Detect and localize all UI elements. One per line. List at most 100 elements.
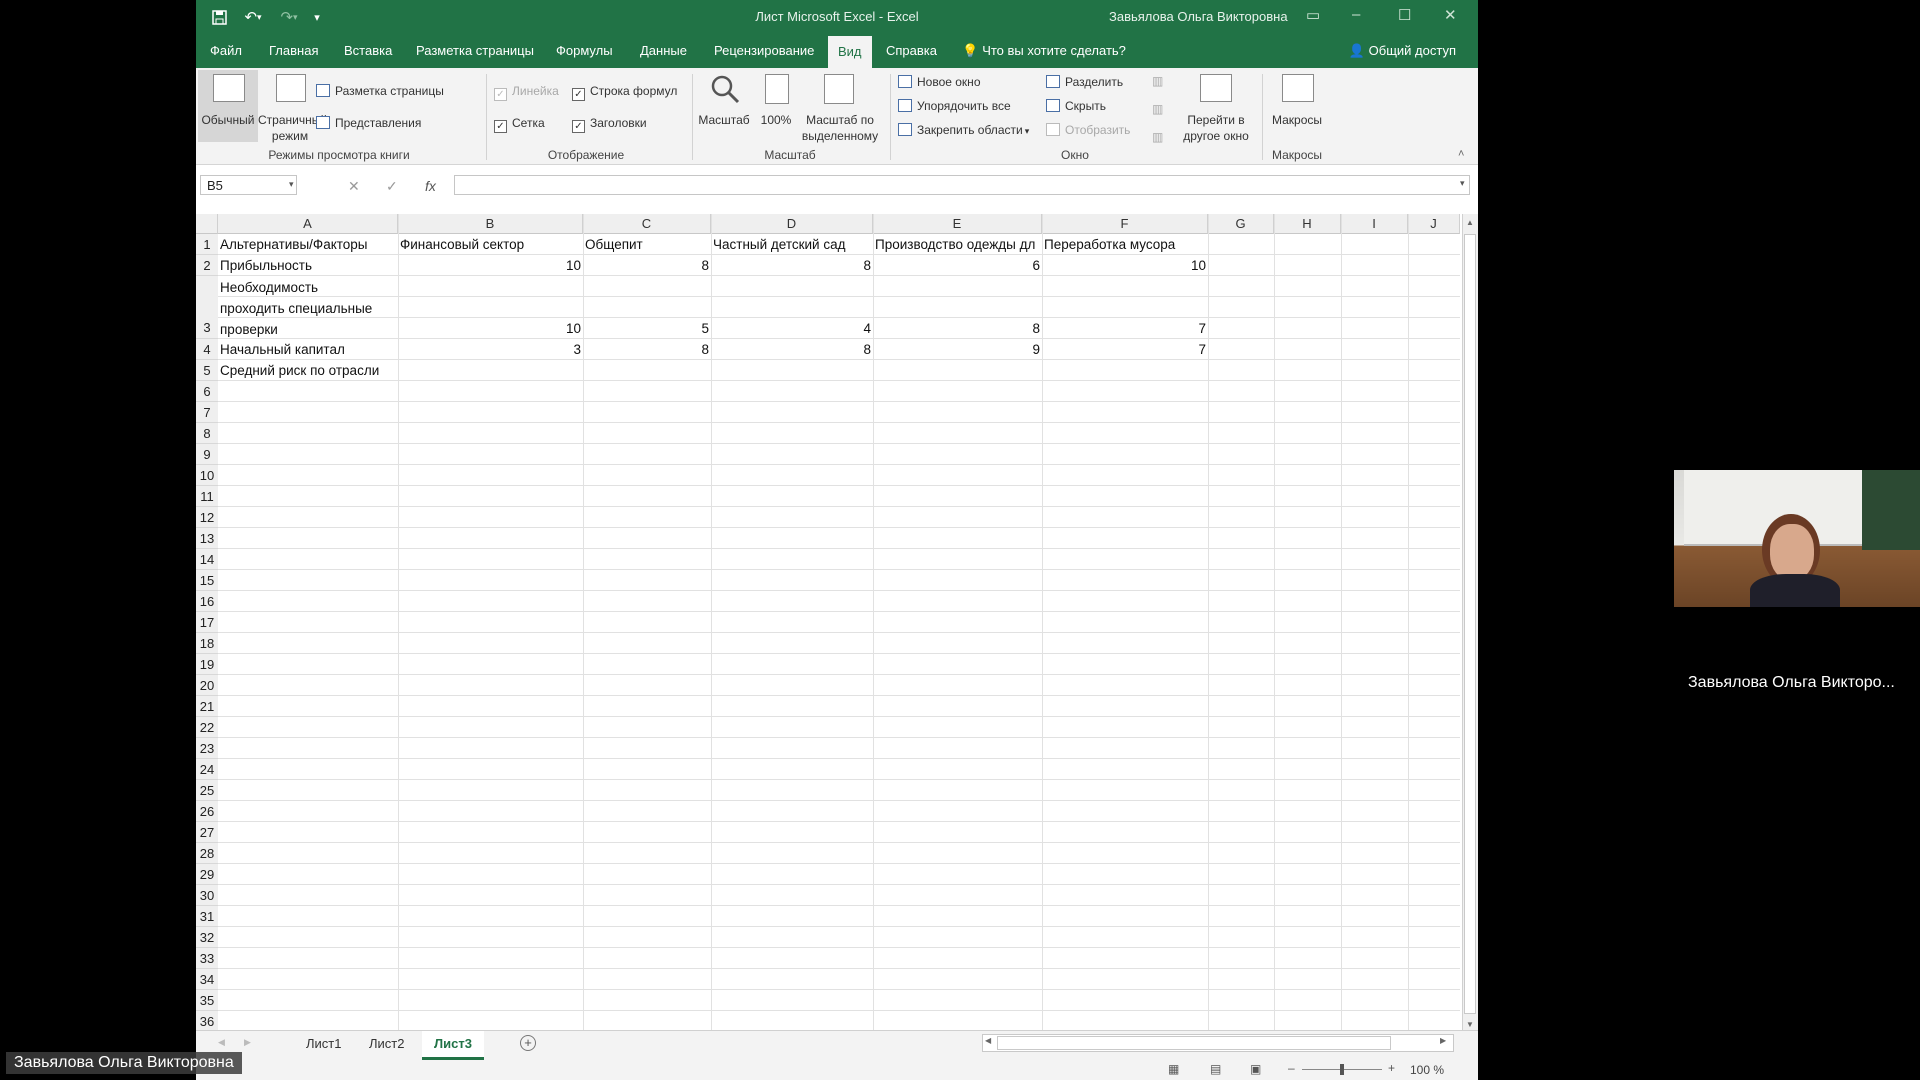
macros-button[interactable]: Макросы bbox=[1266, 70, 1328, 142]
row-header[interactable]: 5 bbox=[196, 360, 218, 381]
row-header[interactable]: 26 bbox=[196, 801, 218, 822]
zoom-button[interactable]: Масштаб bbox=[696, 70, 752, 142]
row-header[interactable]: 17 bbox=[196, 612, 218, 633]
row-header[interactable]: 24 bbox=[196, 759, 218, 780]
add-sheet-icon[interactable]: + bbox=[520, 1035, 536, 1051]
row-header[interactable]: 14 bbox=[196, 549, 218, 570]
cell-f3[interactable]: 7 bbox=[1042, 319, 1208, 339]
scroll-right-icon[interactable]: ▶ bbox=[1440, 1036, 1446, 1045]
column-header[interactable]: E bbox=[873, 214, 1042, 234]
cell-a2[interactable]: Прибыльность bbox=[218, 256, 314, 276]
row-header[interactable]: 31 bbox=[196, 906, 218, 927]
sheet-tab[interactable]: Лист1 bbox=[294, 1031, 353, 1057]
zoom-slider[interactable] bbox=[1302, 1064, 1382, 1075]
formula-input[interactable] bbox=[454, 175, 1470, 195]
row-header[interactable]: 11 bbox=[196, 486, 218, 507]
cell-a5[interactable]: Средний риск по отрасли bbox=[218, 361, 381, 381]
row-header[interactable]: 15 bbox=[196, 570, 218, 591]
column-header[interactable]: I bbox=[1341, 214, 1408, 234]
normal-view-button[interactable]: Обычный bbox=[198, 70, 258, 142]
new-window-button[interactable]: Новое окно bbox=[898, 75, 981, 89]
cell-e2[interactable]: 6 bbox=[873, 256, 1042, 276]
row-header[interactable]: 28 bbox=[196, 843, 218, 864]
row-header[interactable]: 21 bbox=[196, 696, 218, 717]
cell-a1[interactable]: Альтернативы/Факторы bbox=[218, 235, 370, 255]
expand-formula-bar-icon[interactable]: ▾ bbox=[1460, 178, 1465, 189]
row-header[interactable]: 13 bbox=[196, 528, 218, 549]
tell-me-box[interactable]: 💡 Что вы хотите сделать? bbox=[962, 34, 1126, 68]
custom-views-button[interactable]: Представления bbox=[316, 116, 421, 130]
cell-d2[interactable]: 8 bbox=[711, 256, 873, 276]
cell-d1[interactable]: Частный детский сад bbox=[711, 235, 847, 255]
zoom-level[interactable]: 100 % bbox=[1410, 1063, 1444, 1077]
sheet-tab[interactable]: Лист2 bbox=[357, 1031, 416, 1057]
tab-file[interactable]: Файл bbox=[210, 34, 242, 68]
row-header[interactable]: 10 bbox=[196, 465, 218, 486]
row-header[interactable]: 20 bbox=[196, 675, 218, 696]
row-header[interactable]: 18 bbox=[196, 633, 218, 654]
cell-b2[interactable]: 10 bbox=[398, 256, 583, 276]
freeze-panes-button[interactable]: Закрепить области ▾ bbox=[898, 123, 1029, 137]
tab-formulas[interactable]: Формулы bbox=[556, 34, 613, 68]
row-header[interactable]: 25 bbox=[196, 780, 218, 801]
collapse-ribbon-icon[interactable]: ˄ bbox=[1458, 148, 1464, 160]
row-header[interactable]: 23 bbox=[196, 738, 218, 759]
column-header[interactable]: H bbox=[1274, 214, 1341, 234]
cell-a3[interactable]: Необходимость проходить специальные пров… bbox=[218, 277, 374, 340]
enter-icon[interactable]: ✓ bbox=[386, 178, 398, 195]
cell-f2[interactable]: 10 bbox=[1042, 256, 1208, 276]
row-header[interactable]: 36 bbox=[196, 1011, 218, 1032]
split-button[interactable]: Разделить bbox=[1046, 75, 1123, 89]
zoom-in-icon[interactable]: + bbox=[1388, 1061, 1395, 1075]
column-header[interactable]: F bbox=[1042, 214, 1208, 234]
row-header[interactable]: 1 bbox=[196, 234, 218, 255]
ribbon-display-icon[interactable]: ▭ bbox=[1306, 6, 1320, 24]
ruler-checkbox[interactable]: ✓ Линейка bbox=[494, 84, 559, 101]
hide-button[interactable]: Скрыть bbox=[1046, 99, 1106, 113]
row-header[interactable]: 8 bbox=[196, 423, 218, 444]
vertical-scrollbar[interactable]: ▲ ▼ bbox=[1462, 214, 1478, 1034]
page-break-view-button[interactable]: Страничный режим bbox=[258, 70, 327, 143]
row-header[interactable]: 33 bbox=[196, 948, 218, 969]
cell-c3[interactable]: 5 bbox=[583, 319, 711, 339]
page-break-status-icon[interactable]: ▣ bbox=[1250, 1062, 1261, 1076]
arrange-all-button[interactable]: Упорядочить все bbox=[898, 99, 1011, 113]
row-header[interactable]: 9 bbox=[196, 444, 218, 465]
next-sheet-icon[interactable]: ▶ bbox=[244, 1037, 251, 1048]
row-header[interactable]: 3 bbox=[196, 276, 218, 339]
minimize-icon[interactable]: – bbox=[1352, 6, 1360, 23]
row-header[interactable]: 16 bbox=[196, 591, 218, 612]
row-header[interactable]: 35 bbox=[196, 990, 218, 1011]
page-layout-view-button[interactable]: Разметка страницы bbox=[316, 84, 444, 98]
headings-checkbox[interactable]: ✓ Заголовки bbox=[572, 116, 647, 133]
column-header[interactable]: A bbox=[218, 214, 398, 234]
normal-view-status-icon[interactable]: ▦ bbox=[1168, 1062, 1179, 1076]
name-box-dropdown-icon[interactable]: ▾ bbox=[289, 179, 294, 190]
zoom-out-icon[interactable]: – bbox=[1288, 1061, 1295, 1075]
scroll-down-icon[interactable]: ▼ bbox=[1466, 1020, 1474, 1029]
account-name[interactable]: Завьялова Ольга Викторовна bbox=[1109, 9, 1288, 24]
column-header[interactable]: D bbox=[711, 214, 873, 234]
row-header[interactable]: 19 bbox=[196, 654, 218, 675]
tab-help[interactable]: Справка bbox=[886, 34, 937, 68]
gridlines-checkbox[interactable]: ✓ Сетка bbox=[494, 116, 545, 133]
cell-f1[interactable]: Переработка мусора bbox=[1042, 235, 1177, 255]
row-header[interactable]: 30 bbox=[196, 885, 218, 906]
row-header[interactable]: 6 bbox=[196, 381, 218, 402]
cell-b1[interactable]: Финансовый сектор bbox=[398, 235, 526, 255]
h-scroll-thumb[interactable] bbox=[997, 1036, 1391, 1050]
sheet-tab-active[interactable]: Лист3 bbox=[422, 1031, 484, 1060]
cell-e3[interactable]: 8 bbox=[873, 319, 1042, 339]
tab-home[interactable]: Главная bbox=[269, 34, 318, 68]
side-by-side-buttons[interactable]: ▥ ▥ ▥ bbox=[1152, 74, 1170, 144]
row-header[interactable]: 4 bbox=[196, 339, 218, 360]
row-header[interactable]: 7 bbox=[196, 402, 218, 423]
row-header[interactable]: 29 bbox=[196, 864, 218, 885]
horizontal-scrollbar[interactable]: ◀ ▶ bbox=[982, 1034, 1454, 1052]
cell-e1[interactable]: Производство одежды дл bbox=[873, 235, 1042, 255]
column-header[interactable]: G bbox=[1208, 214, 1274, 234]
row-header[interactable]: 2 bbox=[196, 255, 218, 276]
scroll-thumb[interactable] bbox=[1464, 234, 1476, 1014]
cell-a4[interactable]: Начальный капитал bbox=[218, 340, 347, 360]
zoom-100-button[interactable]: 100% bbox=[756, 70, 796, 142]
